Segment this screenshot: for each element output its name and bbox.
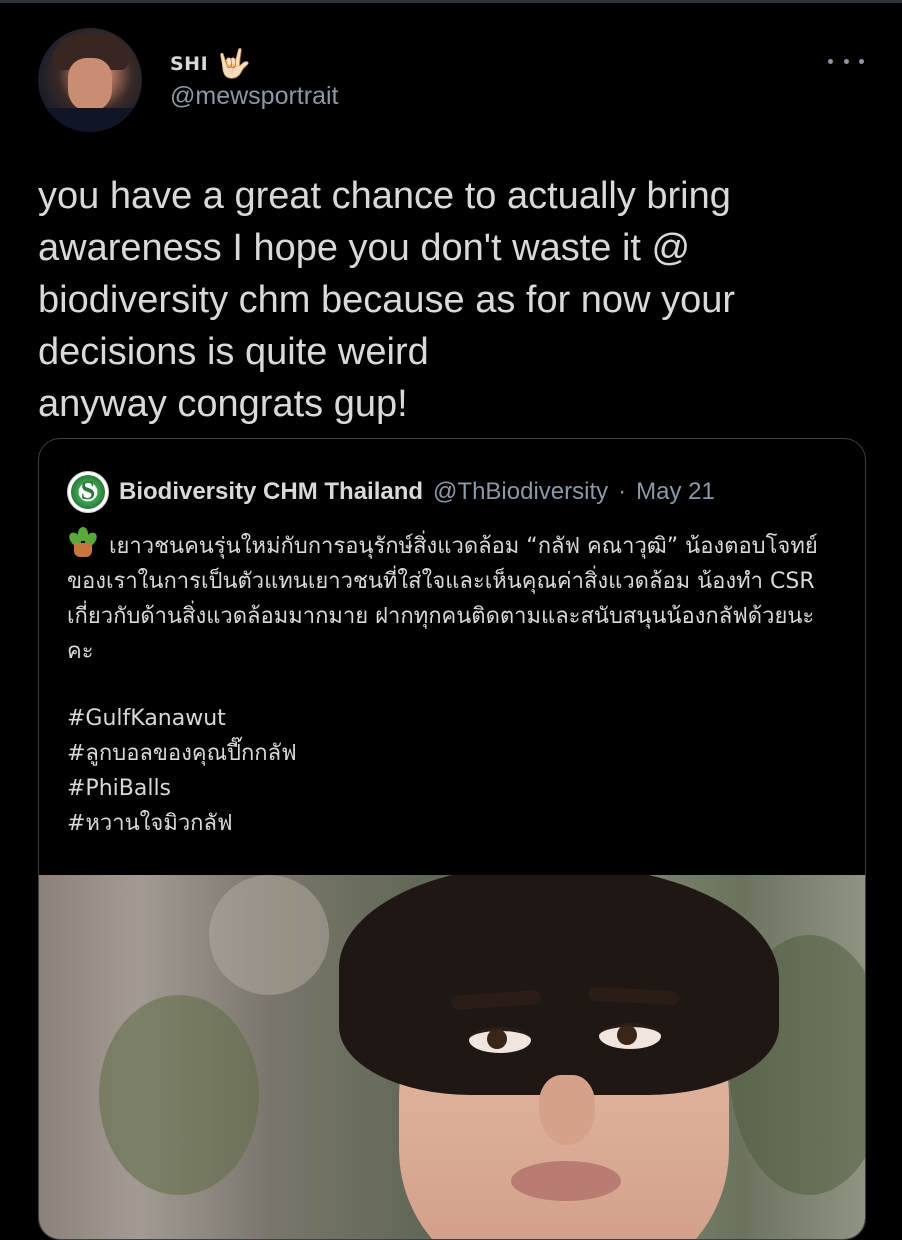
more-horizontal-icon — [828, 58, 833, 64]
more-options-button[interactable] — [828, 50, 864, 72]
quoted-author-handle: @ThBiodiversity — [433, 478, 609, 505]
quoted-tweet-card[interactable]: S Biodiversity CHM Thailand @ThBiodivers… — [38, 438, 866, 1240]
tweet-text: you have a great chance to actually brin… — [38, 175, 735, 425]
quoted-hashtags: #GulfKanawut #ลูกบอลของคุณปี๊กกลัฟ #PhiB… — [67, 701, 297, 841]
tweet-detail: SHI 🤟🏻 @mewsportrait you have a great ch… — [0, 0, 902, 1240]
quoted-tweet-text: เยาวชนคนรุ่นใหม่กับการอนุรักษ์สิ่งแวดล้อ… — [66, 527, 837, 669]
more-horizontal-icon — [843, 58, 849, 64]
quoted-tweet-header: S Biodiversity CHM Thailand @ThBiodivers… — [67, 471, 715, 513]
quoted-body-text: เยาวชนคนรุ่นใหม่กับการอนุรักษ์สิ่งแวดล้อ… — [67, 534, 818, 664]
avatar-face — [68, 58, 112, 112]
hashtag-link[interactable]: #หวานใจมิวกลัฟ — [67, 806, 297, 841]
biodiversity-logo-icon: S — [67, 471, 109, 513]
author-display-name[interactable]: SHI — [170, 53, 208, 75]
quoted-tweet-photo[interactable] — [39, 875, 865, 1239]
hashtag-link[interactable]: #ลูกบอลของคุณปี๊กกลัฟ — [67, 736, 297, 771]
author-avatar[interactable] — [38, 28, 142, 132]
author-name-row[interactable]: SHI 🤟🏻 — [170, 50, 251, 78]
quoted-separator: · — [618, 478, 627, 505]
quoted-date: May 21 — [636, 478, 715, 505]
love-you-gesture-icon: 🤟🏻 — [216, 47, 252, 80]
author-handle[interactable]: @mewsportrait — [170, 82, 338, 111]
hashtag-link[interactable]: #PhiBalls — [67, 771, 297, 806]
avatar-jacket — [38, 108, 142, 132]
quoted-author-name: Biodiversity CHM Thailand — [119, 478, 424, 505]
hashtag-link[interactable]: #GulfKanawut — [67, 701, 297, 736]
potted-plant-icon — [66, 527, 100, 559]
more-horizontal-icon — [859, 58, 864, 64]
